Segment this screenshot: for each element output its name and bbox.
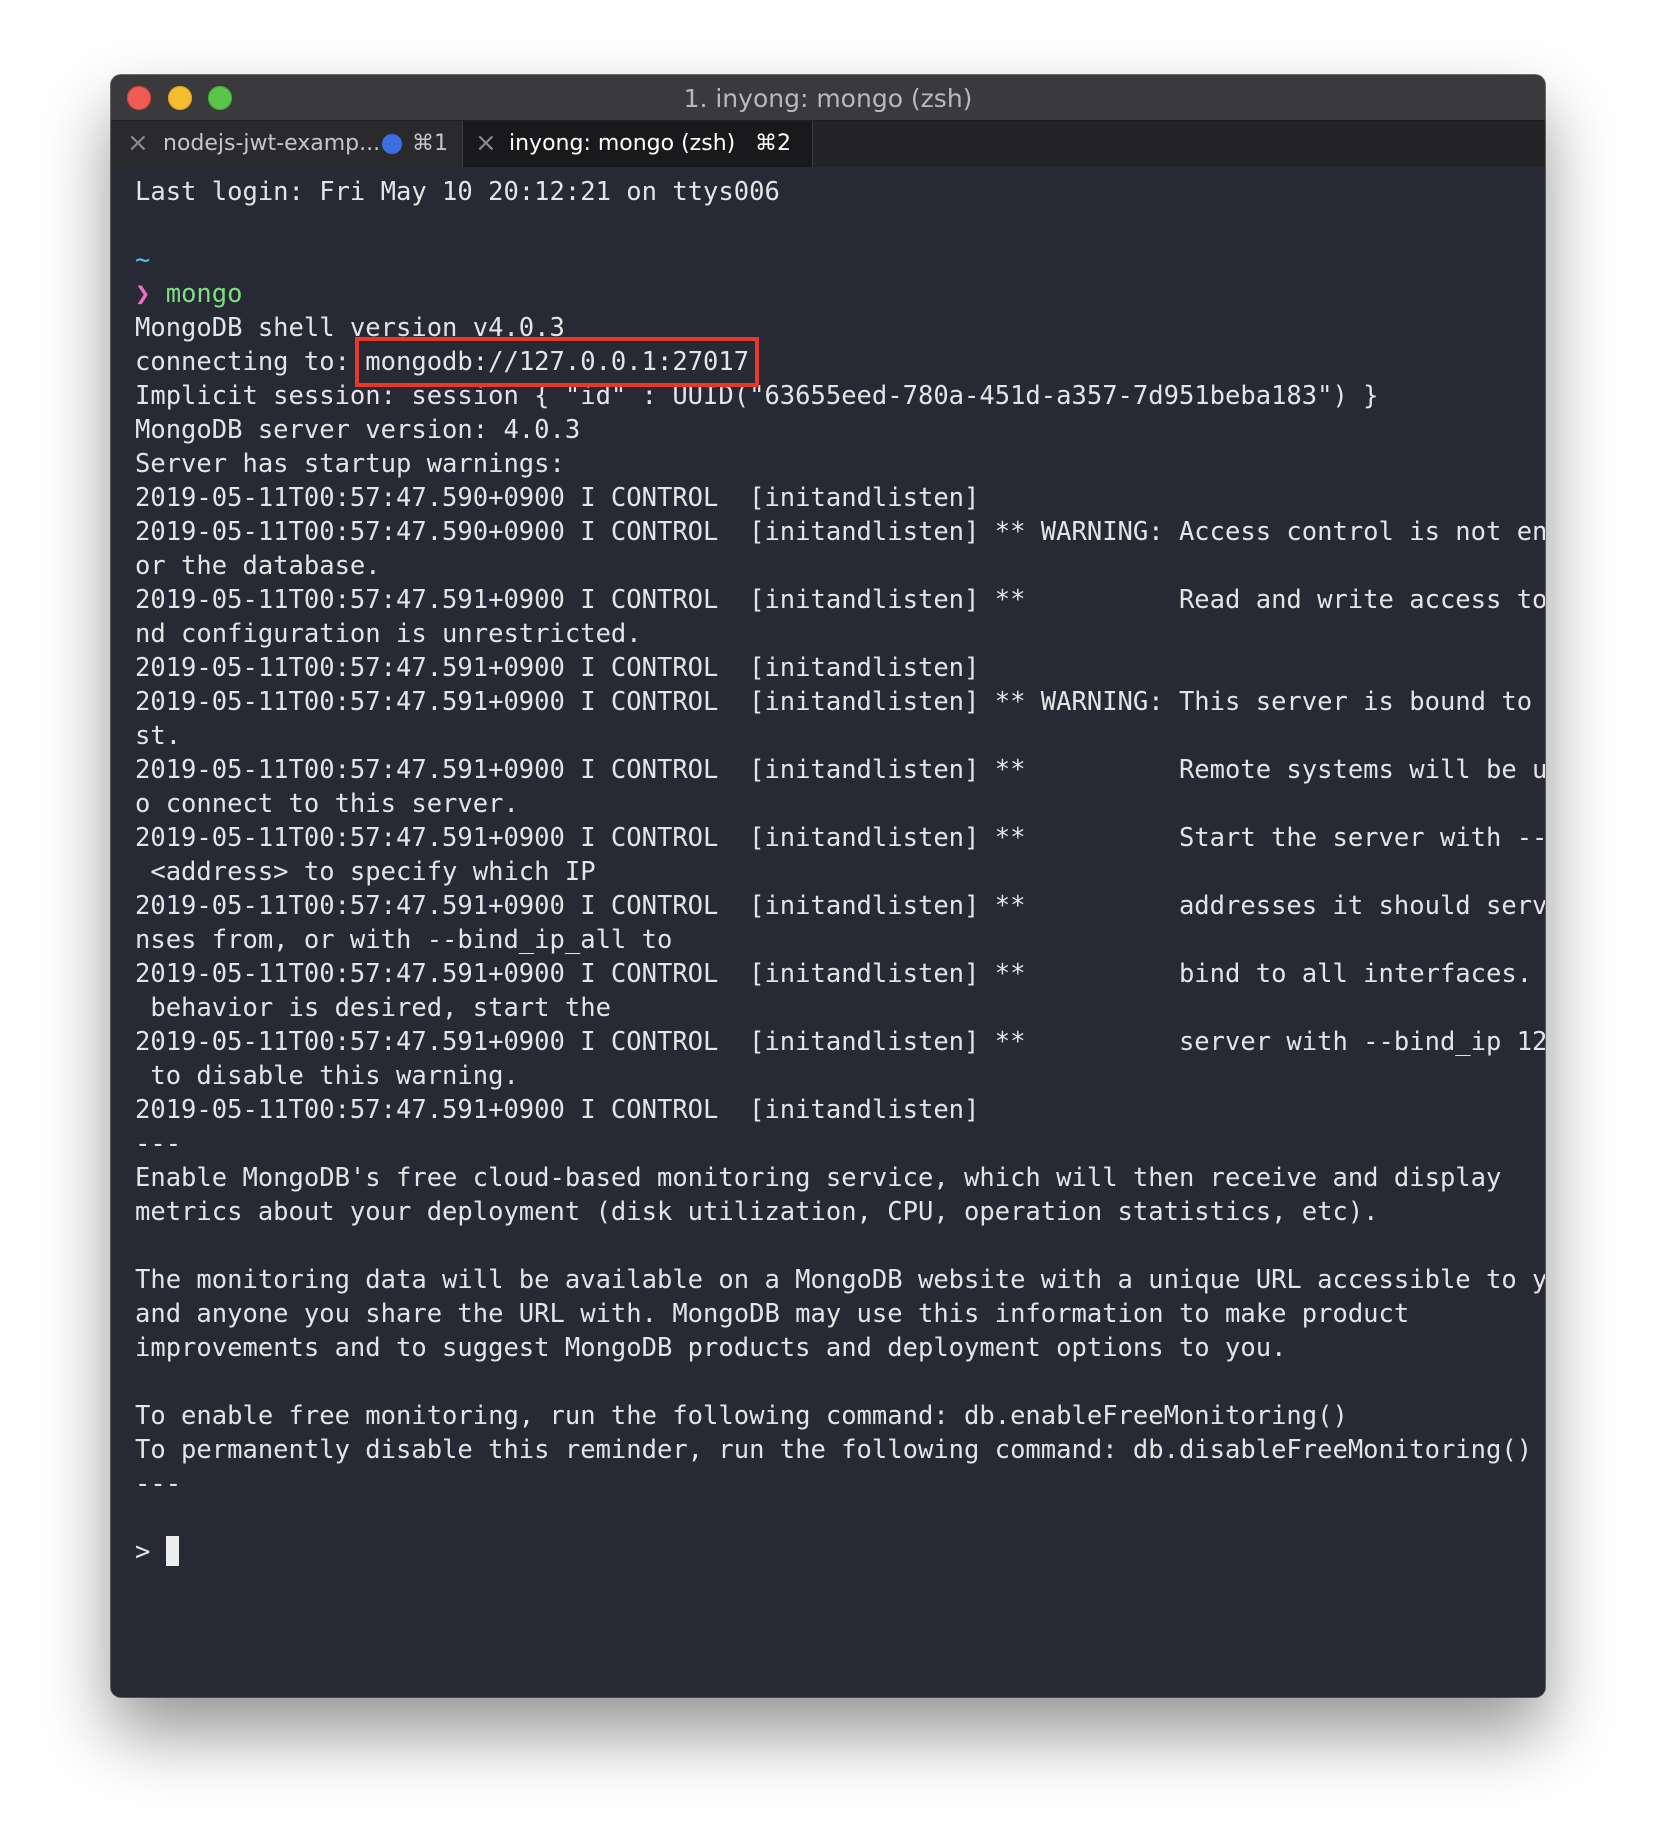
monitoring-line: and anyone you share the URL with. Mongo… [135, 1299, 1410, 1329]
log-line: 2019-05-11T00:57:47.591+0900 I CONTROL [… [135, 585, 1545, 615]
log-line: 2019-05-11T00:57:47.591+0900 I CONTROL [… [135, 1095, 980, 1125]
separator-line: --- [135, 1129, 182, 1159]
prompt-directory: ~ [135, 245, 151, 275]
log-line: 2019-05-11T00:57:47.591+0900 I CONTROL [… [135, 823, 1545, 853]
log-line: st. [135, 721, 182, 751]
log-line: o connect to this server. [135, 789, 519, 819]
log-line: or the database. [135, 551, 381, 581]
command-text: mongo [165, 279, 243, 309]
highlighted-connection-url: mongodb://127.0.0.1:27017 [355, 337, 760, 387]
separator-line: --- [135, 1469, 182, 1499]
tab-bar: × nodejs-jwt-examp... ⌘1 × inyong: mongo… [111, 121, 1545, 167]
connecting-line: connecting to: mongodb://127.0.0.1:27017 [135, 337, 1545, 387]
connecting-label: connecting to: [135, 347, 350, 377]
shell-prompt-line[interactable]: > [135, 1535, 1545, 1569]
tab-shortcut: ⌘2 [755, 131, 791, 156]
log-line: 2019-05-11T00:57:47.591+0900 I CONTROL [… [135, 891, 1545, 921]
server-version-line: MongoDB server version: 4.0.3 [135, 415, 581, 445]
monitoring-line: improvements and to suggest MongoDB prod… [135, 1333, 1287, 1363]
window-title: 1. inyong: mongo (zsh) [683, 84, 973, 113]
log-line: 2019-05-11T00:57:47.591+0900 I CONTROL [… [135, 959, 1545, 989]
tab-label: nodejs-jwt-examp... [163, 131, 381, 156]
monitoring-line: To permanently disable this reminder, ru… [135, 1435, 1533, 1465]
shell-prompt: > [135, 1537, 151, 1567]
log-line: 2019-05-11T00:57:47.591+0900 I CONTROL [… [135, 653, 980, 683]
log-line: nd configuration is unrestricted. [135, 619, 642, 649]
terminal-output[interactable]: Last login: Fri May 10 20:12:21 on ttys0… [111, 167, 1545, 1697]
log-line: to disable this warning. [135, 1061, 519, 1091]
activity-dot-icon [382, 134, 402, 154]
monitoring-line: Enable MongoDB's free cloud-based monito… [135, 1163, 1502, 1193]
log-line: 2019-05-11T00:57:47.591+0900 I CONTROL [… [135, 1027, 1545, 1057]
tab-nodejs-jwt-example[interactable]: × nodejs-jwt-examp... ⌘1 [111, 121, 463, 167]
monitoring-line [135, 1229, 1545, 1263]
tab-inyong-mongo[interactable]: × inyong: mongo (zsh) ⌘2 [463, 121, 813, 167]
log-line: 2019-05-11T00:57:47.590+0900 I CONTROL [… [135, 483, 980, 513]
log-line: 2019-05-11T00:57:47.591+0900 I CONTROL [… [135, 755, 1545, 785]
log-line: 2019-05-11T00:57:47.590+0900 I CONTROL [… [135, 517, 1545, 547]
implicit-session-line: Implicit session: session { "id" : UUID(… [135, 381, 1379, 411]
log-line: behavior is desired, start the [135, 993, 611, 1023]
log-line: 2019-05-11T00:57:47.591+0900 I CONTROL [… [135, 687, 1545, 717]
last-login-line: Last login: Fri May 10 20:12:21 on ttys0… [135, 177, 780, 207]
tab-close-icon[interactable]: × [475, 128, 499, 158]
log-lines: 2019-05-11T00:57:47.590+0900 I CONTROL [… [135, 481, 1545, 1127]
text-cursor[interactable] [165, 1536, 179, 1566]
monitoring-line: metrics about your deployment (disk util… [135, 1197, 1379, 1227]
monitoring-message: Enable MongoDB's free cloud-based monito… [135, 1161, 1545, 1467]
tab-close-icon[interactable]: × [127, 128, 151, 158]
log-line: <address> to specify which IP [135, 857, 596, 887]
command-line: ❯ mongo [135, 277, 1545, 311]
startup-warnings-line: Server has startup warnings: [135, 449, 565, 479]
monitoring-line: To enable free monitoring, run the follo… [135, 1401, 1348, 1431]
prompt-chevron-icon: ❯ [135, 279, 151, 309]
log-line: nses from, or with --bind_ip_all to [135, 925, 673, 955]
prompt-directory-line: ~ [135, 243, 1545, 277]
monitoring-line [135, 1365, 1545, 1399]
title-bar[interactable]: 1. inyong: mongo (zsh) [111, 75, 1545, 121]
shell-version-line: MongoDB shell version v4.0.3 [135, 313, 565, 343]
terminal-window: 1. inyong: mongo (zsh) × nodejs-jwt-exam… [111, 75, 1545, 1697]
monitoring-line: The monitoring data will be available on… [135, 1265, 1545, 1295]
tab-shortcut: ⌘1 [412, 131, 448, 156]
tab-label: inyong: mongo (zsh) [509, 131, 736, 156]
